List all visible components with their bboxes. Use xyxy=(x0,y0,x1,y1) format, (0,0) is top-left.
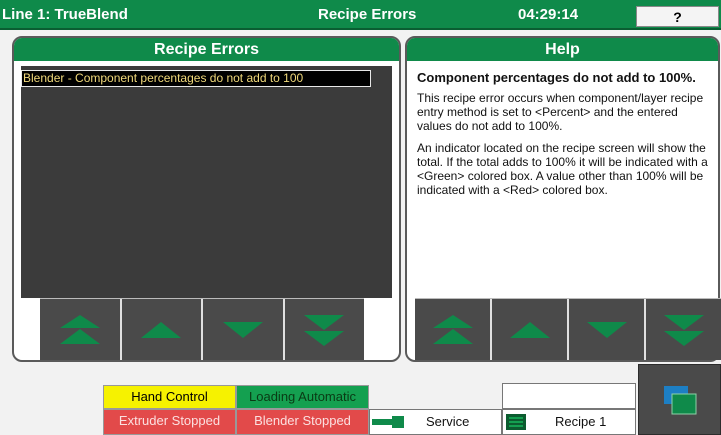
loading-automatic-status[interactable]: Loading Automatic xyxy=(236,385,369,409)
page-up-button[interactable] xyxy=(40,299,122,360)
help-scroll-down-button[interactable] xyxy=(569,299,646,360)
screen-menu-button[interactable] xyxy=(638,364,721,435)
help-scroll-up-button[interactable] xyxy=(492,299,569,360)
help-paragraph-2: An indicator located on the recipe scree… xyxy=(417,141,708,197)
line-label: Line 1: TrueBlend xyxy=(2,6,128,23)
help-text: Component percentages do not add to 100%… xyxy=(417,70,713,205)
recipe-indicator[interactable]: Recipe 1 xyxy=(502,409,636,435)
help-header: Help xyxy=(407,38,718,61)
help-button[interactable]: ? xyxy=(636,6,719,27)
down-icon xyxy=(222,321,263,338)
down-icon xyxy=(586,321,627,338)
up-icon xyxy=(141,321,182,338)
error-list: Blender - Component percentages do not a… xyxy=(21,66,392,298)
wrench-icon xyxy=(372,416,404,428)
title-bar: Line 1: TrueBlend Recipe Errors 04:29:14… xyxy=(0,0,721,30)
scroll-down-button[interactable] xyxy=(203,299,285,360)
recipe-label: Recipe 1 xyxy=(555,414,607,429)
extruder-status[interactable]: Extruder Stopped xyxy=(103,409,236,435)
page-down-button[interactable] xyxy=(284,299,364,360)
error-list-item[interactable]: Blender - Component percentages do not a… xyxy=(21,70,371,87)
help-paragraph-1: This recipe error occurs when component/… xyxy=(417,91,704,133)
help-page-up-button[interactable] xyxy=(415,299,492,360)
error-list-scroll-buttons xyxy=(40,298,364,360)
status-empty-box xyxy=(502,383,636,409)
blender-status[interactable]: Blender Stopped xyxy=(236,409,369,435)
scroll-up-button[interactable] xyxy=(121,299,203,360)
help-heading: Component percentages do not add to 100%… xyxy=(417,70,696,85)
page-down-icon xyxy=(663,314,704,346)
recipe-book-icon xyxy=(506,414,526,430)
page-up-icon xyxy=(59,314,100,344)
page-up-icon xyxy=(432,314,473,344)
service-label: Service xyxy=(426,414,470,429)
windows-icon xyxy=(663,385,696,414)
service-indicator[interactable]: Service xyxy=(369,409,502,435)
page-down-icon xyxy=(304,314,345,346)
clock-time: 04:29:14 xyxy=(518,6,579,23)
recipe-errors-header: Recipe Errors xyxy=(14,38,399,61)
screen-title: Recipe Errors xyxy=(318,6,417,23)
up-icon xyxy=(509,321,550,338)
help-scroll-buttons xyxy=(415,298,721,360)
help-page-down-button[interactable] xyxy=(646,299,721,360)
hand-control-status[interactable]: Hand Control xyxy=(103,385,236,409)
